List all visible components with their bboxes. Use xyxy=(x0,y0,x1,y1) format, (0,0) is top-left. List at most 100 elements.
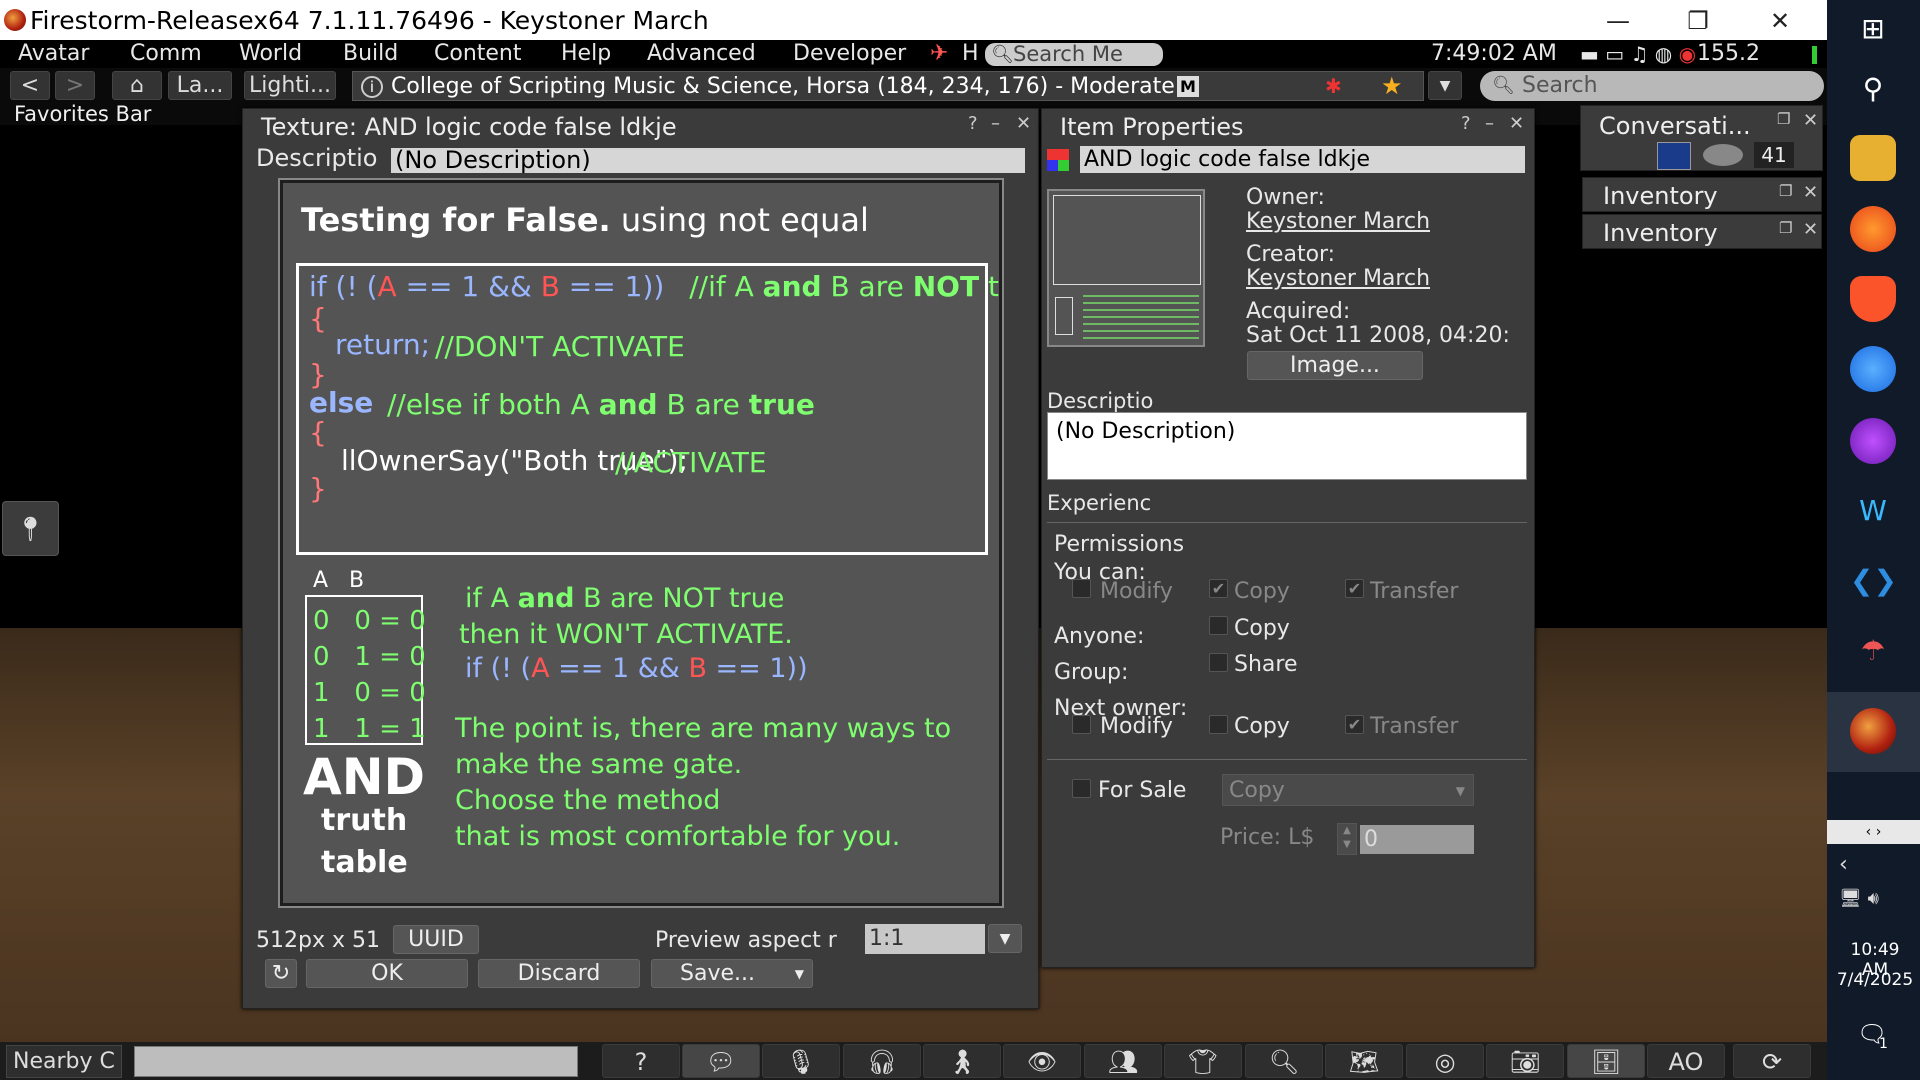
browser-icon[interactable] xyxy=(1850,418,1896,464)
microphone-icon[interactable]: 🎙︎ xyxy=(762,1044,840,1078)
menu-content[interactable]: Content xyxy=(434,40,522,68)
balance[interactable]: 155.2 xyxy=(1697,40,1760,68)
brave-icon[interactable] xyxy=(1850,276,1896,322)
minimap-pin-icon[interactable]: 📍︎ xyxy=(2,501,59,556)
help-icon[interactable]: ? xyxy=(602,1044,680,1078)
ok-button[interactable]: OK xyxy=(306,959,468,988)
radar-icon[interactable]: ◎ xyxy=(1406,1044,1484,1078)
chevron-left-icon[interactable]: ‹ xyxy=(1839,852,1848,877)
windows-start-icon[interactable]: ⊞ xyxy=(1850,6,1896,52)
search-input[interactable]: 🔍︎ Search xyxy=(1480,71,1824,101)
media-icons[interactable]: ▬ ▭ ♫ ◍ ◉ xyxy=(1580,40,1696,68)
taskbar-scroll[interactable]: ‹ › xyxy=(1827,820,1920,844)
chat-thumbnail[interactable] xyxy=(1657,142,1691,170)
inventory-title-2[interactable]: Inventory xyxy=(1603,219,1718,247)
restore-button[interactable]: ❐ xyxy=(1658,0,1738,40)
description-field[interactable]: (No Description) xyxy=(391,148,1025,173)
description-textarea[interactable]: (No Description) xyxy=(1047,412,1527,480)
creator-link[interactable]: Keystoner March xyxy=(1246,266,1430,291)
next-copy-checkbox[interactable] xyxy=(1209,715,1228,734)
map-icon[interactable]: 🗺︎ xyxy=(1325,1044,1403,1078)
price-stepper: ▲ ▼ xyxy=(1337,823,1357,855)
close-icon[interactable]: ✕ xyxy=(1016,113,1031,134)
speech-bubble-icon[interactable] xyxy=(1703,144,1743,166)
help-icon[interactable]: ? xyxy=(1461,113,1471,134)
app-icon[interactable]: W xyxy=(1850,488,1896,534)
next-transfer-label: Transfer xyxy=(1370,714,1459,739)
ao-button[interactable]: AO xyxy=(1647,1044,1725,1078)
point-line-4: that is most comfortable for you. xyxy=(455,821,901,852)
close-icon[interactable]: ✕ xyxy=(1803,219,1818,240)
firestorm-icon[interactable] xyxy=(1850,708,1896,754)
firefox-dev-icon[interactable] xyxy=(1850,346,1896,392)
undock-icon[interactable]: ❐ xyxy=(1777,110,1790,128)
anyone-copy-checkbox[interactable] xyxy=(1209,616,1228,635)
owner-link[interactable]: Keystoner March xyxy=(1246,209,1430,234)
forward-button[interactable]: > xyxy=(55,71,95,100)
code-comment-not: NOT xyxy=(912,270,980,303)
firefox-icon[interactable] xyxy=(1850,206,1896,252)
lighting-button[interactable]: Lighti... xyxy=(244,71,336,100)
network-volume-icons[interactable]: 🖥︎ 🔊︎ xyxy=(1839,888,1879,909)
taskbar-date[interactable]: 7/4/2025 xyxy=(1835,970,1915,990)
close-icon[interactable]: ✕ xyxy=(1803,110,1818,131)
eye-icon[interactable]: 👁︎ xyxy=(1003,1044,1081,1078)
people-icon[interactable]: 👥︎ xyxy=(1084,1044,1162,1078)
camera-icon[interactable]: 📷︎ xyxy=(1486,1044,1564,1078)
menu-comm[interactable]: Comm xyxy=(130,40,202,68)
discard-button[interactable]: Discard xyxy=(478,959,640,988)
app-icon-2[interactable]: ☂ xyxy=(1850,628,1896,674)
home-button[interactable]: ⌂ xyxy=(112,71,162,100)
minimize-icon[interactable]: – xyxy=(991,113,1000,134)
chat-input[interactable] xyxy=(134,1046,578,1077)
save-button[interactable]: Save... ▼ xyxy=(651,959,813,988)
walk-icon[interactable]: 🚶︎ xyxy=(923,1044,1001,1078)
help-icon[interactable]: ? xyxy=(968,113,978,134)
refresh-icon[interactable]: ↻ xyxy=(265,959,297,988)
uuid-button[interactable]: UUID xyxy=(393,925,479,954)
conversations-title[interactable]: Conversati... xyxy=(1599,112,1751,140)
inventory-title-1[interactable]: Inventory xyxy=(1603,182,1718,210)
info-icon[interactable]: i xyxy=(361,76,383,98)
image-button[interactable]: Image... xyxy=(1247,351,1423,380)
next-modify-checkbox[interactable] xyxy=(1072,715,1091,734)
reload-icon[interactable]: ⟳ xyxy=(1733,1044,1811,1078)
menu-help[interactable]: Help xyxy=(561,40,611,68)
shirt-icon[interactable]: 👕︎ xyxy=(1164,1044,1242,1078)
hover-icon[interactable]: ✈ xyxy=(930,40,948,68)
close-icon[interactable]: ✕ xyxy=(1509,113,1524,134)
menu-avatar[interactable]: Avatar xyxy=(18,40,89,68)
undock-icon[interactable]: ❐ xyxy=(1779,219,1792,237)
experience-label: Experienc xyxy=(1047,491,1152,515)
menu-world[interactable]: World xyxy=(239,40,302,68)
nearby-chat-button[interactable]: Nearby C xyxy=(6,1045,122,1078)
landmarks-button[interactable]: La... xyxy=(168,71,232,100)
minimize-button[interactable]: — xyxy=(1578,0,1658,40)
preview-aspect-select[interactable]: 1:1 xyxy=(865,924,985,954)
vscode-icon[interactable]: ❮❯ xyxy=(1850,558,1897,604)
favorite-star-icon[interactable]: ★ xyxy=(1381,72,1403,100)
location-input[interactable]: i College of Scripting Music & Science, … xyxy=(352,71,1424,101)
search-icon[interactable]: ⚲ xyxy=(1850,66,1896,112)
menu-build[interactable]: Build xyxy=(343,40,398,68)
file-explorer-icon[interactable] xyxy=(1850,135,1896,181)
menu-advanced[interactable]: Advanced xyxy=(647,40,756,68)
inventory-icon[interactable]: 🗄︎ xyxy=(1567,1044,1645,1078)
menu-search-input[interactable]: 🔍︎ Search Me xyxy=(985,43,1163,66)
chevron-down-icon[interactable]: ▼ xyxy=(988,924,1022,953)
close-button[interactable]: ✕ xyxy=(1740,0,1820,40)
location-dropdown-button[interactable]: ▼ xyxy=(1428,71,1462,100)
note3-a: A xyxy=(531,653,550,684)
close-icon[interactable]: ✕ xyxy=(1803,182,1818,203)
search-icon[interactable]: 🔍︎ xyxy=(1245,1044,1323,1078)
group-share-checkbox[interactable] xyxy=(1209,653,1228,672)
item-name-field[interactable]: AND logic code false ldkje xyxy=(1080,146,1525,173)
menu-developer[interactable]: Developer xyxy=(793,40,906,68)
preview-aspect-label: Preview aspect r xyxy=(655,928,837,953)
undock-icon[interactable]: ❐ xyxy=(1779,182,1792,200)
headphones-icon[interactable]: 🎧︎ xyxy=(843,1044,921,1078)
back-button[interactable]: < xyxy=(10,71,50,100)
chat-bubble-icon[interactable]: 💬︎ xyxy=(682,1044,760,1078)
minimize-icon[interactable]: – xyxy=(1485,113,1494,134)
for-sale-checkbox[interactable] xyxy=(1072,779,1091,798)
